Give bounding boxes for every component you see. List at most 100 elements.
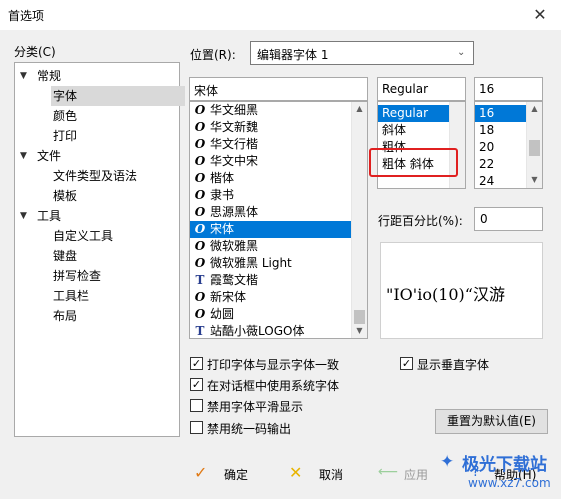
checkbox-box[interactable] [190, 421, 203, 434]
check-icon: ✓ [194, 463, 208, 482]
expand-icon[interactable]: ▼ [20, 71, 27, 81]
checkbox-box[interactable]: ✓ [190, 378, 203, 391]
list-item[interactable]: 24 [475, 173, 530, 188]
x-icon: ✕ [289, 463, 303, 482]
list-item[interactable]: 22 [475, 156, 530, 173]
list-item-label: 20 [479, 140, 495, 154]
font-list-scrollbar[interactable]: ▲ ▼ [351, 102, 367, 338]
close-icon[interactable]: ✕ [528, 4, 552, 26]
list-item-label: 思源黑体 [210, 205, 259, 219]
line-spacing-label: 行距百分比(%): [378, 214, 463, 228]
list-item-label: 宋体 [210, 222, 235, 236]
list-item[interactable]: 20 [475, 139, 530, 156]
scroll-up-icon[interactable]: ▲ [352, 104, 367, 113]
checkbox-box[interactable] [190, 399, 203, 412]
scroll-up-icon[interactable]: ▲ [527, 104, 542, 113]
checkbox-label: 打印字体与显示字体一致 [207, 358, 340, 372]
location-select[interactable]: 编辑器字体 1 ⌄ [250, 41, 474, 65]
window-title: 首选项 [8, 9, 45, 23]
list-item[interactable]: O 微软雅黑 Light [190, 255, 351, 272]
size-list-scrollbar[interactable]: ▲ ▼ [526, 102, 542, 188]
font-name-value: 宋体 [194, 84, 219, 98]
apply-label: 应用 [404, 468, 429, 482]
list-item[interactable]: O 华文行楷 [190, 136, 351, 153]
tree-item-文件类型及语法[interactable]: 文件类型及语法 [51, 166, 143, 186]
truetype-font-icon: T [195, 324, 205, 338]
scroll-thumb[interactable] [354, 310, 365, 324]
tree-item-字体[interactable]: 字体 [51, 86, 185, 106]
tree-item-工具栏[interactable]: 工具栏 [51, 286, 95, 306]
list-item-label: 24 [479, 174, 495, 188]
tree-item-文件[interactable]: 文件 [35, 146, 67, 166]
font-list[interactable]: O 华文细黑 O 华文新魏 O 华文行楷 O 华文中宋 O 楷体 O 隶书 O 思源黑体 O 宋体 O 微软雅黑 O… [189, 101, 368, 339]
expand-icon[interactable]: ▼ [20, 151, 27, 161]
list-item[interactable]: O 宋体 [190, 221, 351, 238]
opentype-font-icon: O [194, 103, 206, 117]
list-item-label: 18 [479, 123, 495, 137]
font-style-input[interactable]: Regular [377, 77, 466, 101]
tree-item-工具[interactable]: 工具 [35, 206, 67, 226]
list-item[interactable]: O 华文中宋 [190, 153, 351, 170]
list-item-label: 楷体 [210, 171, 235, 185]
expand-icon[interactable]: ▼ [20, 211, 27, 221]
list-item[interactable]: O 华文新魏 [190, 119, 351, 136]
watermark-site: 极光下载站 [462, 455, 547, 475]
scroll-thumb[interactable] [529, 140, 540, 156]
reset-default-button[interactable]: 重置为默认值(E) [435, 409, 548, 434]
checkbox-box[interactable]: ✓ [400, 357, 413, 370]
checkbox-label: 在对话框中使用系统字体 [207, 379, 340, 393]
list-item[interactable]: O 华文细黑 [190, 102, 351, 119]
tree-item-自定义工具[interactable]: 自定义工具 [51, 226, 119, 246]
category-tree[interactable]: 常规 ▼ 字体 颜色 打印 文件 ▼ 文件类型及语法 模板 工具 ▼ 自定义工具 键盘 拼写检查 工具栏 布局 [14, 62, 185, 437]
title-bar [0, 0, 561, 30]
checkbox-box[interactable]: ✓ [190, 357, 203, 370]
arrow-left-icon: ⟵ [378, 464, 399, 480]
list-item[interactable]: T 站酷小薇LOGO体 [190, 323, 351, 338]
watermark: ✦ 极光下载站 www.xz7.com [440, 448, 558, 496]
font-preview: "IO'io(10)“汉游 [380, 242, 543, 339]
list-item[interactable]: 16 [475, 105, 530, 122]
list-item[interactable]: O 新宋体 [190, 289, 351, 306]
scroll-down-icon[interactable]: ▼ [352, 326, 367, 335]
list-item-label: 16 [479, 106, 495, 120]
list-item-label: 斜体 [382, 123, 407, 137]
tree-item-颜色[interactable]: 颜色 [51, 106, 83, 126]
list-item-label: 新宋体 [210, 290, 247, 304]
font-name-input[interactable]: 宋体 [189, 77, 368, 101]
list-item[interactable]: Regular [378, 105, 453, 122]
category-label: 分类(C) [14, 45, 56, 59]
list-item[interactable]: 18 [475, 122, 530, 139]
tree-item-打印[interactable]: 打印 [51, 126, 83, 146]
list-item-label: 22 [479, 157, 495, 171]
tree-item-键盘[interactable]: 键盘 [51, 246, 83, 266]
font-size-list[interactable]: 16 18 20 22 24 ▲ ▼ [474, 101, 543, 189]
ok-button[interactable]: ✓ 确定 [190, 462, 270, 486]
tree-item-拼写检查[interactable]: 拼写检查 [51, 266, 107, 286]
list-item[interactable]: O 隶书 [190, 187, 351, 204]
list-item[interactable]: O 楷体 [190, 170, 351, 187]
checkbox-label: 禁用统一码输出 [207, 422, 292, 436]
list-item-label: Regular [382, 106, 429, 120]
tree-item-模板[interactable]: 模板 [51, 186, 83, 206]
tree-item-布局[interactable]: 布局 [51, 306, 83, 326]
opentype-font-icon: O [194, 120, 206, 134]
cancel-button[interactable]: ✕ 取消 [285, 462, 365, 486]
list-item[interactable]: O 幼圆 [190, 306, 351, 323]
location-value: 编辑器字体 1 [257, 48, 329, 62]
tree-item-常规[interactable]: 常规 [35, 66, 67, 86]
list-item[interactable]: O 微软雅黑 [190, 238, 351, 255]
scroll-down-icon[interactable]: ▼ [527, 175, 542, 184]
list-item[interactable]: T 霞鹜文楷 [190, 272, 351, 289]
aurora-logo-icon: ✦ [440, 452, 455, 472]
list-item[interactable]: 斜体 [378, 122, 453, 139]
list-item-label: 微软雅黑 [210, 239, 259, 253]
list-item[interactable]: O 思源黑体 [190, 204, 351, 221]
list-item-label: 微软雅黑 Light [210, 256, 292, 270]
truetype-font-icon: T [195, 273, 205, 287]
font-size-input[interactable]: 16 [474, 77, 543, 101]
opentype-font-icon: O [194, 205, 206, 219]
ok-label: 确定 [224, 468, 249, 482]
opentype-font-icon: O [194, 154, 206, 168]
chevron-down-icon: ⌄ [457, 47, 466, 58]
line-spacing-input[interactable]: 0 [474, 207, 543, 231]
